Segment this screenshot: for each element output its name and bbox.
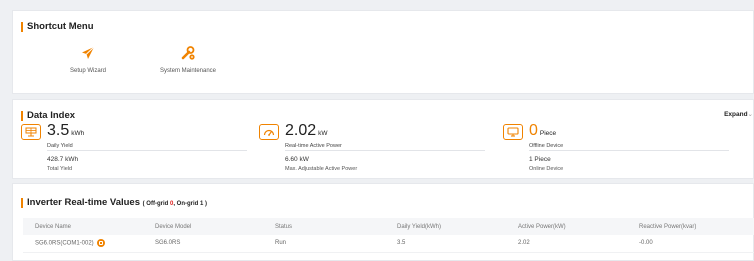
setup-wizard-label: Setup Wizard [69, 68, 106, 74]
chevron-down-icon: ⌄ [747, 111, 753, 118]
inverter-panel: Inverter Real-time Values ( Off-grid 0, … [12, 183, 754, 261]
active-power-label: Real-time Active Power [285, 143, 342, 149]
expand-button[interactable]: Expand⌄ [724, 110, 753, 118]
expand-label: Expand [724, 111, 748, 118]
active-power-cell: 2.02 [506, 235, 627, 253]
online-device-label: Online Device [529, 166, 564, 172]
data-index-panel: Data Index Expand⌄ 3.5 kWh Daily Yield 42… [12, 99, 754, 179]
total-yield-label: Total Yield [47, 166, 73, 172]
online-device-value: 1 Piece [529, 156, 551, 163]
col-status: Status [263, 218, 385, 235]
solar-panel-icon [21, 124, 41, 140]
device-name-link[interactable]: SG6.0RS(COM1-002) [35, 241, 94, 247]
total-yield-value: 428.7 kWh [47, 156, 79, 163]
col-active-power: Active Power(kW) [506, 218, 627, 235]
metric-divider [285, 150, 485, 151]
col-device-model: Device Model [143, 218, 263, 235]
inverter-title-text: Inverter Real-time Values [27, 197, 140, 208]
daily-yield-value: 3.5 [47, 122, 70, 139]
setup-wizard-shortcut[interactable]: Setup Wizard [33, 45, 143, 74]
table-header-row: Device Name Device Model Status Daily Yi… [23, 218, 754, 235]
system-maintenance-label: System Maintenance [159, 68, 217, 74]
paper-plane-icon [82, 46, 95, 59]
grid-counts: ( Off-grid 0, On-grid 1 ) [143, 201, 207, 207]
max-active-power-value: 6.60 kW [285, 156, 309, 163]
inverter-table: Device Name Device Model Status Daily Yi… [23, 218, 754, 253]
counts-suffix: ) [203, 201, 207, 207]
offline-device-unit: Piece [539, 130, 557, 137]
gauge-icon [259, 124, 279, 140]
data-index-title: Data Index [21, 110, 75, 122]
device-name-cell[interactable]: SG6.0RS(COM1-002) [23, 235, 143, 253]
table-row[interactable]: SG6.0RS(COM1-002) SG6.0RS Run 3.5 2.02 -… [23, 235, 754, 253]
daily-yield-cell: 3.5 [385, 235, 506, 253]
shortcut-menu-panel: Shortcut Menu Setup Wizard System Mainte… [12, 10, 754, 94]
counts-prefix: ( Off-grid [142, 201, 170, 207]
offline-device-value: 0 [529, 122, 538, 139]
col-reactive-power: Reactive Power(kvar) [627, 218, 754, 235]
wrench-gear-icon [181, 46, 195, 60]
inverter-title: Inverter Real-time Values ( Off-grid 0, … [21, 197, 207, 210]
active-power-value: 2.02 [285, 122, 317, 139]
system-maintenance-shortcut[interactable]: System Maintenance [133, 45, 243, 74]
active-power-unit: kW [318, 130, 328, 137]
shortcut-menu-title: Shortcut Menu [21, 21, 94, 33]
daily-yield-label: Daily Yield [47, 143, 73, 149]
col-device-name: Device Name [23, 218, 143, 235]
offline-device-label: Offline Device [529, 143, 564, 149]
device-detail-icon[interactable] [97, 239, 106, 248]
monitor-icon [503, 124, 523, 140]
max-active-power-label: Max. Adjustable Active Power [285, 166, 358, 172]
counts-middle: , On-grid [173, 201, 200, 207]
metric-divider [47, 150, 247, 151]
col-daily-yield: Daily Yield(kWh) [385, 218, 506, 235]
metric-divider [529, 150, 729, 151]
reactive-power-cell: -0.00 [627, 235, 754, 253]
status-cell: Run [263, 235, 385, 253]
device-model-cell: SG6.0RS [143, 235, 263, 253]
daily-yield-unit: kWh [71, 130, 85, 137]
